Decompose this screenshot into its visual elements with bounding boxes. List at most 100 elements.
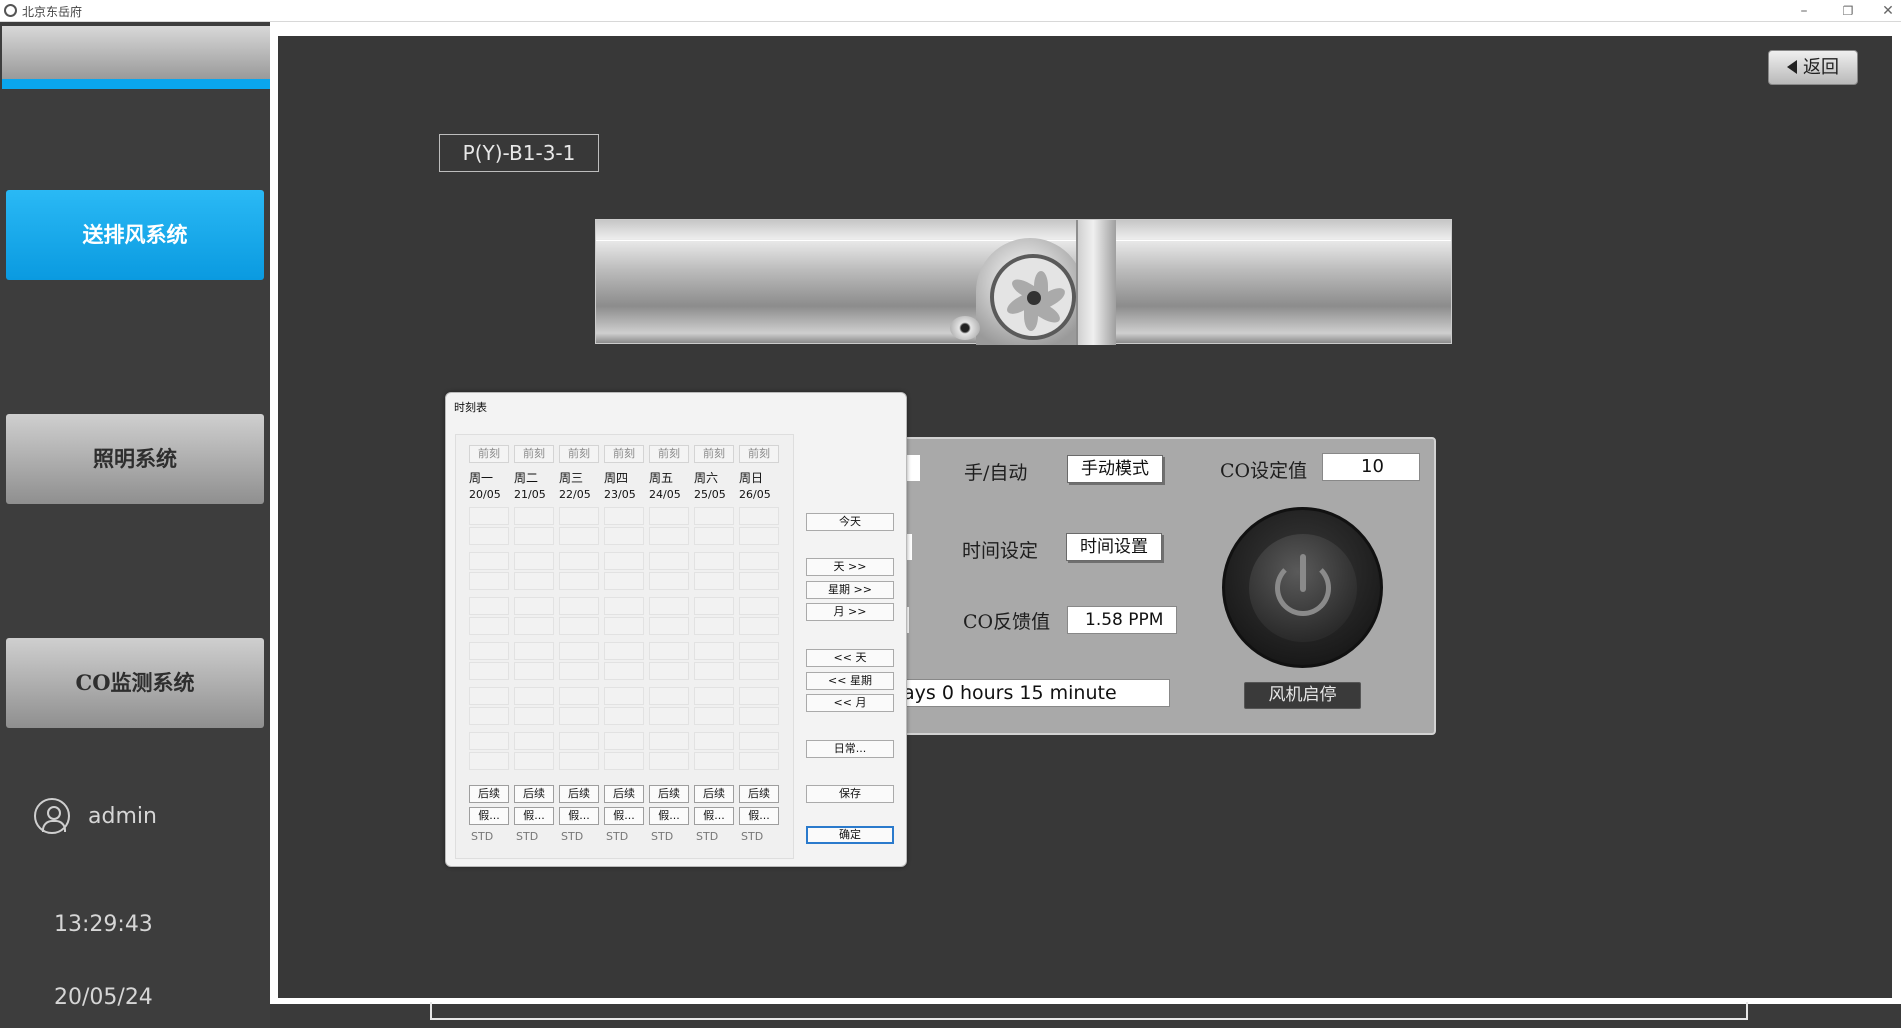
time-slot[interactable] xyxy=(739,732,779,750)
time-slot[interactable] xyxy=(514,597,554,615)
time-slot[interactable] xyxy=(694,527,734,545)
time-slot[interactable] xyxy=(559,617,599,635)
time-slot[interactable] xyxy=(694,732,734,750)
ok-button[interactable]: 确定 xyxy=(806,826,894,844)
time-slot[interactable] xyxy=(739,617,779,635)
time-slot[interactable] xyxy=(649,597,689,615)
next-week-button[interactable]: 星期 >> xyxy=(806,581,894,599)
time-slot[interactable] xyxy=(649,642,689,660)
time-slot[interactable] xyxy=(514,687,554,705)
maximize-icon[interactable]: ❐ xyxy=(1833,1,1863,21)
time-slot[interactable] xyxy=(649,707,689,725)
time-slot[interactable] xyxy=(559,732,599,750)
next-slot-button[interactable]: 后续 xyxy=(559,785,599,803)
nav-ventilation-system[interactable]: 送排风系统 xyxy=(6,190,264,280)
time-slot[interactable] xyxy=(649,617,689,635)
time-slot[interactable] xyxy=(559,662,599,680)
time-slot[interactable] xyxy=(514,752,554,770)
time-slot[interactable] xyxy=(739,687,779,705)
nav-lighting-system[interactable]: 照明系统 xyxy=(6,414,264,504)
time-slot[interactable] xyxy=(469,707,509,725)
time-slot[interactable] xyxy=(559,597,599,615)
time-slot[interactable] xyxy=(739,552,779,570)
save-button[interactable]: 保存 xyxy=(806,785,894,803)
time-slot[interactable] xyxy=(604,687,644,705)
time-slot[interactable] xyxy=(559,552,599,570)
time-slot[interactable] xyxy=(514,527,554,545)
time-slot[interactable] xyxy=(649,752,689,770)
time-slot[interactable] xyxy=(694,552,734,570)
fan-start-stop-button[interactable]: 风机启停 xyxy=(1244,682,1361,709)
prev-slot-button[interactable]: 前刻 xyxy=(514,445,554,463)
time-slot[interactable] xyxy=(469,527,509,545)
close-icon[interactable]: ✕ xyxy=(1873,1,1901,21)
time-slot[interactable] xyxy=(739,527,779,545)
time-slot[interactable] xyxy=(514,707,554,725)
time-slot[interactable] xyxy=(604,707,644,725)
next-day-button[interactable]: 天 >> xyxy=(806,558,894,576)
prev-week-button[interactable]: << 星期 xyxy=(806,672,894,690)
time-slot[interactable] xyxy=(469,597,509,615)
time-slot[interactable] xyxy=(559,687,599,705)
time-slot[interactable] xyxy=(514,507,554,525)
time-slot[interactable] xyxy=(559,707,599,725)
prev-slot-button[interactable]: 前刻 xyxy=(739,445,779,463)
holiday-button[interactable]: 假... xyxy=(469,807,509,825)
next-slot-button[interactable]: 后续 xyxy=(739,785,779,803)
time-setting-button[interactable]: 时间设置 xyxy=(1066,533,1162,561)
time-slot[interactable] xyxy=(739,572,779,590)
holiday-button[interactable]: 假... xyxy=(604,807,644,825)
time-slot[interactable] xyxy=(604,662,644,680)
time-slot[interactable] xyxy=(649,507,689,525)
power-button[interactable] xyxy=(1222,507,1383,668)
next-month-button[interactable]: 月 >> xyxy=(806,603,894,621)
time-slot[interactable] xyxy=(649,662,689,680)
next-slot-button[interactable]: 后续 xyxy=(604,785,644,803)
time-slot[interactable] xyxy=(604,572,644,590)
time-slot[interactable] xyxy=(604,617,644,635)
time-slot[interactable] xyxy=(604,552,644,570)
time-slot[interactable] xyxy=(604,752,644,770)
time-slot[interactable] xyxy=(604,732,644,750)
time-slot[interactable] xyxy=(694,662,734,680)
mode-button[interactable]: 手动模式 xyxy=(1067,455,1163,483)
time-slot[interactable] xyxy=(469,732,509,750)
time-slot[interactable] xyxy=(514,572,554,590)
time-slot[interactable] xyxy=(694,572,734,590)
next-slot-button[interactable]: 后续 xyxy=(469,785,509,803)
prev-month-button[interactable]: << 月 xyxy=(806,694,894,712)
prev-day-button[interactable]: << 天 xyxy=(806,649,894,667)
time-slot[interactable] xyxy=(514,642,554,660)
holiday-button[interactable]: 假... xyxy=(739,807,779,825)
time-slot[interactable] xyxy=(469,507,509,525)
next-slot-button[interactable]: 后续 xyxy=(649,785,689,803)
time-slot[interactable] xyxy=(514,732,554,750)
time-slot[interactable] xyxy=(694,707,734,725)
time-slot[interactable] xyxy=(559,527,599,545)
next-slot-button[interactable]: 后续 xyxy=(694,785,734,803)
time-slot[interactable] xyxy=(469,687,509,705)
prev-slot-button[interactable]: 前刻 xyxy=(604,445,644,463)
back-button[interactable]: 返回 xyxy=(1768,50,1858,85)
nav-co-monitoring-system[interactable]: CO监测系统 xyxy=(6,638,264,728)
time-slot[interactable] xyxy=(649,732,689,750)
prev-slot-button[interactable]: 前刻 xyxy=(469,445,509,463)
time-slot[interactable] xyxy=(739,597,779,615)
time-slot[interactable] xyxy=(739,507,779,525)
time-slot[interactable] xyxy=(514,617,554,635)
time-slot[interactable] xyxy=(469,552,509,570)
time-slot[interactable] xyxy=(649,687,689,705)
time-slot[interactable] xyxy=(694,507,734,525)
time-slot[interactable] xyxy=(469,617,509,635)
time-slot[interactable] xyxy=(739,707,779,725)
time-slot[interactable] xyxy=(469,662,509,680)
time-slot[interactable] xyxy=(514,662,554,680)
time-slot[interactable] xyxy=(469,752,509,770)
time-slot[interactable] xyxy=(559,572,599,590)
time-slot[interactable] xyxy=(739,662,779,680)
time-slot[interactable] xyxy=(604,642,644,660)
time-slot[interactable] xyxy=(649,527,689,545)
time-slot[interactable] xyxy=(469,642,509,660)
minimize-icon[interactable]: – xyxy=(1789,1,1819,21)
holiday-button[interactable]: 假... xyxy=(559,807,599,825)
